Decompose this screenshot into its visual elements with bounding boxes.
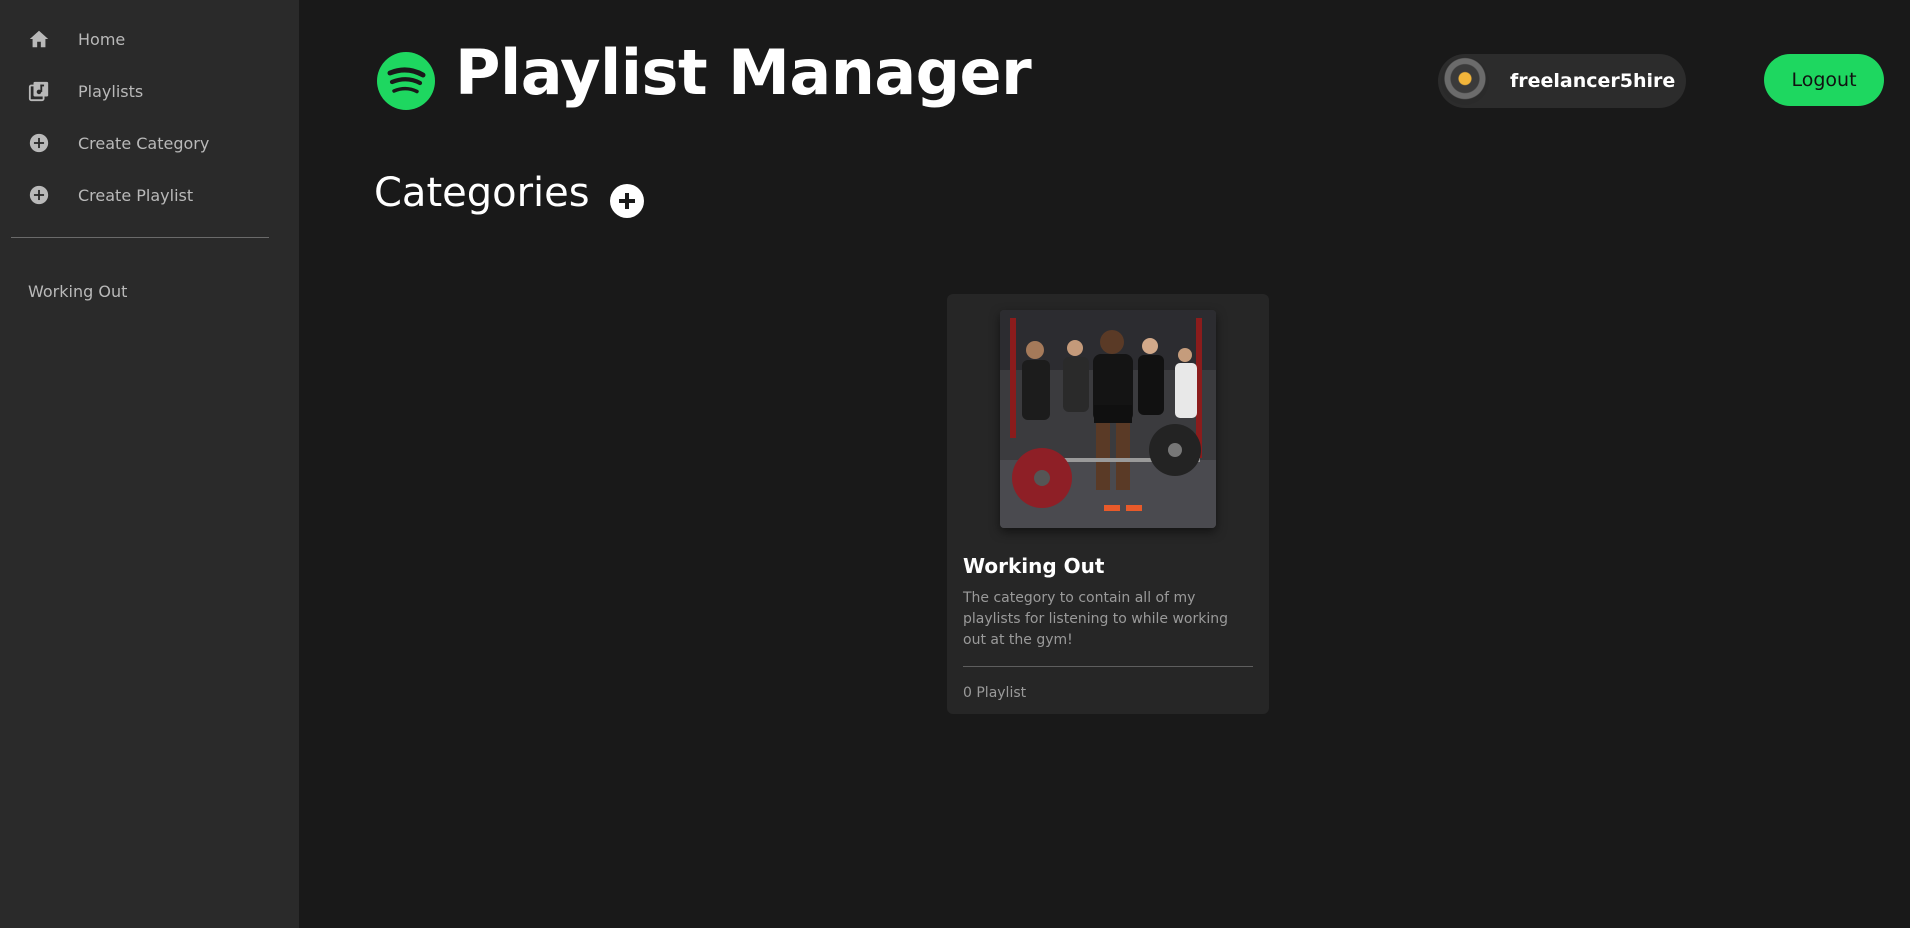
sidebar-item-home[interactable]: Home: [28, 24, 268, 54]
plus-icon: [619, 193, 635, 209]
sidebar-category-working-out[interactable]: Working Out: [28, 282, 127, 301]
sidebar-item-create-category[interactable]: Create Category: [28, 128, 268, 158]
playlist-music-icon: [28, 80, 50, 102]
username: freelancer5hire: [1510, 70, 1676, 92]
section-title: Categories: [374, 170, 590, 216]
page-title: Playlist Manager: [455, 36, 1032, 109]
sidebar-item-label: Playlists: [78, 81, 144, 101]
sidebar-divider: [11, 237, 269, 238]
avatar: [1441, 57, 1489, 105]
plus-circle-icon: [28, 132, 50, 154]
category-card[interactable]: Working Out The category to contain all …: [947, 294, 1269, 714]
card-description: The category to contain all of my playli…: [963, 590, 1228, 648]
spotify-logo-icon: [377, 52, 435, 110]
card-title: Working Out: [963, 554, 1105, 578]
sidebar-item-label: Create Playlist: [78, 185, 194, 205]
sidebar-item-label: Home: [78, 29, 126, 49]
card-divider: [963, 666, 1253, 667]
plus-circle-icon: [28, 184, 50, 206]
sidebar: Home Playlists Create Category Create Pl…: [0, 0, 299, 928]
playlist-count: 0 Playlist: [963, 685, 1027, 701]
sidebar-item-playlists[interactable]: Playlists: [28, 76, 268, 106]
home-icon: [28, 28, 50, 50]
app-root: Home Playlists Create Category Create Pl…: [0, 0, 1910, 928]
user-profile-pill[interactable]: freelancer5hire: [1438, 54, 1686, 108]
add-category-button[interactable]: [610, 184, 644, 218]
sidebar-item-label: Create Category: [78, 133, 210, 153]
logout-button[interactable]: Logout: [1764, 54, 1884, 106]
sidebar-item-create-playlist[interactable]: Create Playlist: [28, 180, 268, 210]
category-image: [1000, 310, 1216, 528]
